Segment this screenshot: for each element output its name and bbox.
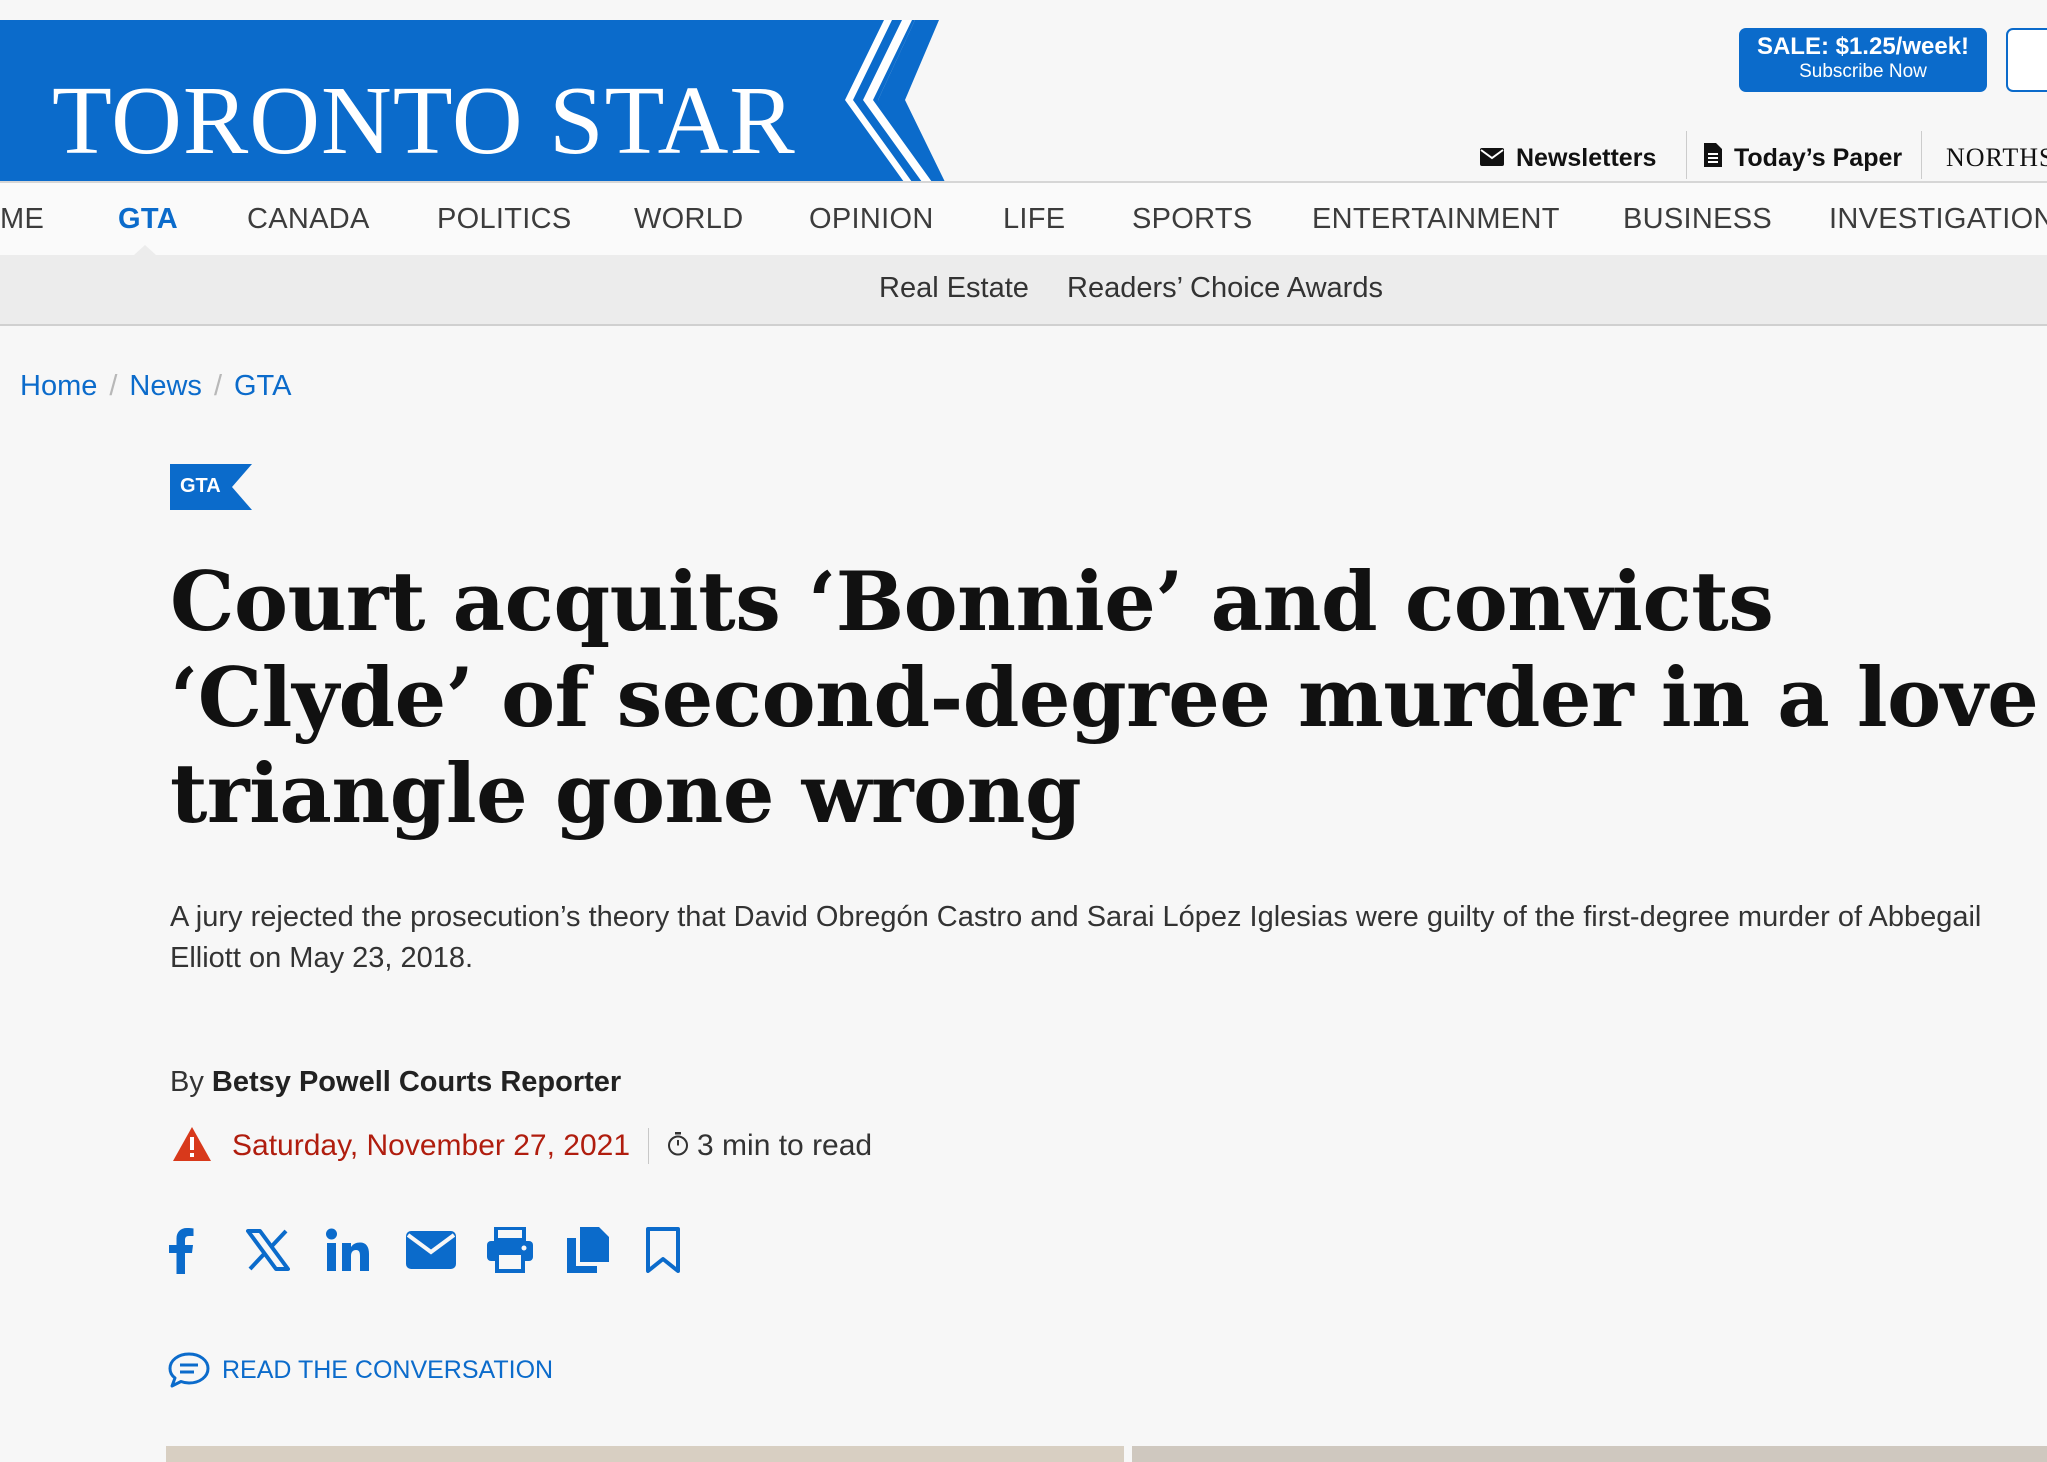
- sub-navigation: Real Estate Readers’ Choice Awards: [0, 255, 2047, 326]
- print-icon: [487, 1227, 533, 1273]
- share-linkedin-button[interactable]: [326, 1222, 406, 1278]
- byline: By Betsy Powell Courts Reporter: [170, 1066, 621, 1099]
- northstar-link[interactable]: NORTHST: [1946, 138, 2047, 178]
- article-images: [166, 1446, 2047, 1462]
- byline-prefix: By: [170, 1066, 204, 1098]
- article-image[interactable]: [1132, 1446, 2047, 1462]
- northstar-label: NORTHST: [1946, 143, 2047, 172]
- nav-item-sports[interactable]: SPORTS: [1132, 203, 1253, 236]
- bookmark-icon: [646, 1227, 680, 1273]
- todays-paper-label: Today’s Paper: [1734, 143, 1903, 172]
- newsletters-link[interactable]: Newsletters: [1480, 138, 1656, 178]
- nav-item-canada[interactable]: CANADA: [247, 203, 370, 236]
- comment-icon: [168, 1352, 210, 1388]
- active-nav-indicator: [134, 245, 156, 255]
- article-image[interactable]: [166, 1446, 1124, 1462]
- nav-item-opinion[interactable]: OPINION: [809, 203, 934, 236]
- sub-nav-real-estate[interactable]: Real Estate: [879, 272, 1029, 305]
- subscribe-sale-text: SALE: $1.25/week!: [1756, 33, 1970, 60]
- breadcrumb-separator: /: [109, 370, 118, 402]
- share-toolbar: [166, 1222, 726, 1278]
- publish-date: Saturday, November 27, 2021: [232, 1129, 631, 1162]
- utility-divider: [1921, 131, 1922, 179]
- breadcrumb-gta[interactable]: GTA: [234, 370, 291, 402]
- nav-item-world[interactable]: WORLD: [634, 203, 743, 236]
- envelope-icon: [1480, 144, 1504, 173]
- nav-item-investigations[interactable]: INVESTIGATIONS: [1829, 203, 2047, 236]
- nav-item-politics[interactable]: POLITICS: [437, 203, 572, 236]
- main-navigation: ME GTA CANADA POLITICS WORLD OPINION LIF…: [0, 183, 2047, 255]
- print-button[interactable]: [486, 1222, 566, 1278]
- meta-divider: [648, 1128, 650, 1164]
- breadcrumb-separator: /: [213, 370, 222, 402]
- sub-nav-readers-choice[interactable]: Readers’ Choice Awards: [1067, 272, 1383, 305]
- linkedin-icon: [326, 1228, 369, 1271]
- page: TORONTO STAR SALE: $1.25/week! Subscribe…: [0, 0, 2047, 1462]
- email-icon: [406, 1231, 456, 1269]
- breadcrumb-news[interactable]: News: [129, 370, 202, 402]
- share-email-button[interactable]: [406, 1222, 486, 1278]
- bookmark-button[interactable]: [646, 1222, 726, 1278]
- copy-icon: [567, 1227, 609, 1273]
- nav-item-life[interactable]: LIFE: [1003, 203, 1065, 236]
- timer-icon: [667, 1131, 689, 1161]
- breadcrumb-home[interactable]: Home: [20, 370, 97, 402]
- nav-item-entertainment[interactable]: ENTERTAINMENT: [1312, 203, 1560, 236]
- subscribe-cta-text: Subscribe Now: [1799, 61, 1927, 82]
- share-x-button[interactable]: [246, 1222, 326, 1278]
- copy-link-button[interactable]: [566, 1222, 646, 1278]
- nav-item-business[interactable]: BUSINESS: [1623, 203, 1772, 236]
- logo-text: TORONTO STAR: [52, 67, 796, 175]
- share-facebook-button[interactable]: [166, 1222, 246, 1278]
- nav-item-gta[interactable]: GTA: [118, 203, 178, 236]
- utility-divider: [1686, 131, 1687, 179]
- todays-paper-link[interactable]: Today’s Paper: [1704, 138, 1902, 178]
- login-button[interactable]: [2006, 28, 2047, 92]
- article-summary: A jury rejected the prosecution’s theory…: [170, 901, 1982, 974]
- read-conversation-label: READ THE CONVERSATION: [222, 1355, 554, 1384]
- subscribe-button[interactable]: SALE: $1.25/week! Subscribe Now: [1739, 28, 1987, 92]
- read-conversation-link[interactable]: READ THE CONVERSATION: [168, 1352, 553, 1388]
- article-meta: Saturday, November 27, 2021 3 min to rea…: [172, 1124, 872, 1168]
- x-icon: [246, 1229, 290, 1271]
- newsletters-label: Newsletters: [1516, 143, 1657, 172]
- article-headline: Court acquits ‘Bonnie’ and convicts ‘Cly…: [170, 555, 2039, 842]
- alert-icon: [172, 1126, 212, 1167]
- site-logo[interactable]: TORONTO STAR: [0, 20, 945, 182]
- read-time: 3 min to read: [697, 1129, 873, 1162]
- facebook-icon: [169, 1228, 194, 1274]
- author-name[interactable]: Betsy Powell Courts Reporter: [212, 1066, 621, 1098]
- breadcrumb: Home / News / GTA: [20, 370, 291, 403]
- nav-item-home[interactable]: ME: [0, 203, 44, 236]
- section-tag-label: GTA: [180, 475, 221, 497]
- document-icon: [1704, 142, 1722, 174]
